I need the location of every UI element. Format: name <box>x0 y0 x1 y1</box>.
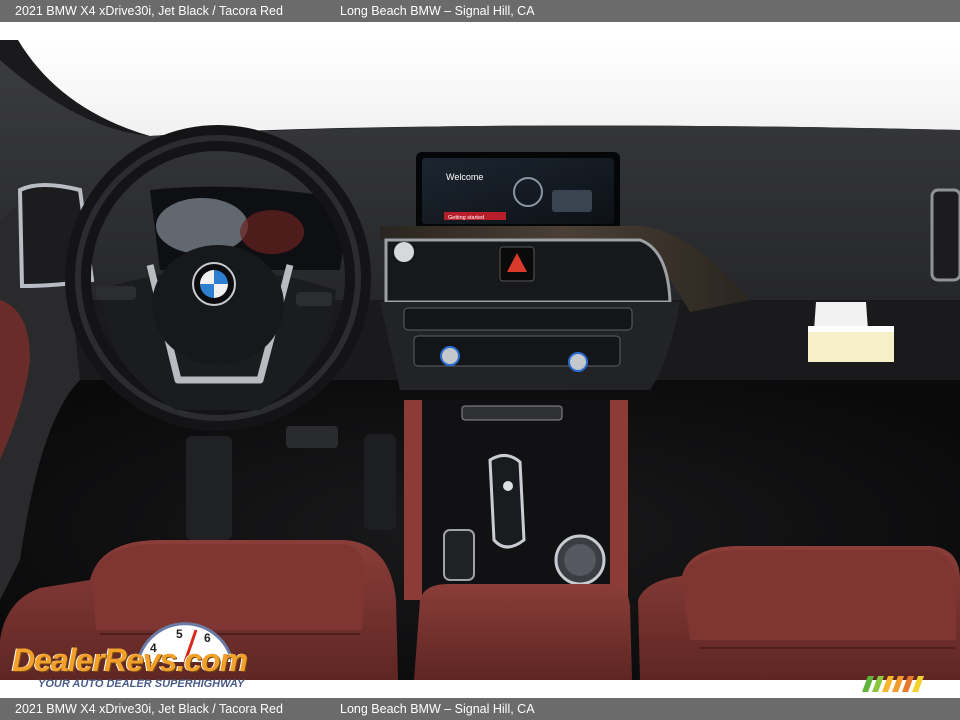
gear-selector <box>488 454 526 549</box>
right-vent <box>930 188 960 282</box>
interior-photo: Welcome Getting started <box>0 40 960 680</box>
vehicle-caption-bottom: 2021 BMW X4 xDrive30i, Jet Black / Tacor… <box>15 702 283 716</box>
stripes-logo-icon <box>862 676 924 692</box>
gauge-digit-5: 5 <box>176 627 183 641</box>
armrest <box>414 584 632 680</box>
dealer-caption-bottom: Long Beach BMW – Signal Hill, CA <box>340 702 535 716</box>
dealer-caption: Long Beach BMW – Signal Hill, CA <box>340 4 535 18</box>
watermark-name: DealerRevs.com <box>12 642 248 678</box>
caption-bar-bottom: 2021 BMW X4 xDrive30i, Jet Black / Tacor… <box>0 698 960 720</box>
screen-subtext: Getting started <box>448 215 484 221</box>
screen-greeting: Welcome <box>446 172 483 182</box>
windshield <box>18 40 960 136</box>
top-margin <box>0 22 960 40</box>
caption-bar-top: 2021 BMW X4 xDrive30i, Jet Black / Tacor… <box>0 0 960 22</box>
interior-illustration: Welcome Getting started <box>0 40 960 680</box>
dealerrevs-watermark: 4 5 6 DealerRevs.com YOUR AUTO DEALER SU… <box>12 620 282 692</box>
vehicle-caption: 2021 BMW X4 xDrive30i, Jet Black / Tacor… <box>15 4 283 18</box>
watermark-tagline: YOUR AUTO DEALER SUPERHIGHWAY <box>38 678 245 690</box>
